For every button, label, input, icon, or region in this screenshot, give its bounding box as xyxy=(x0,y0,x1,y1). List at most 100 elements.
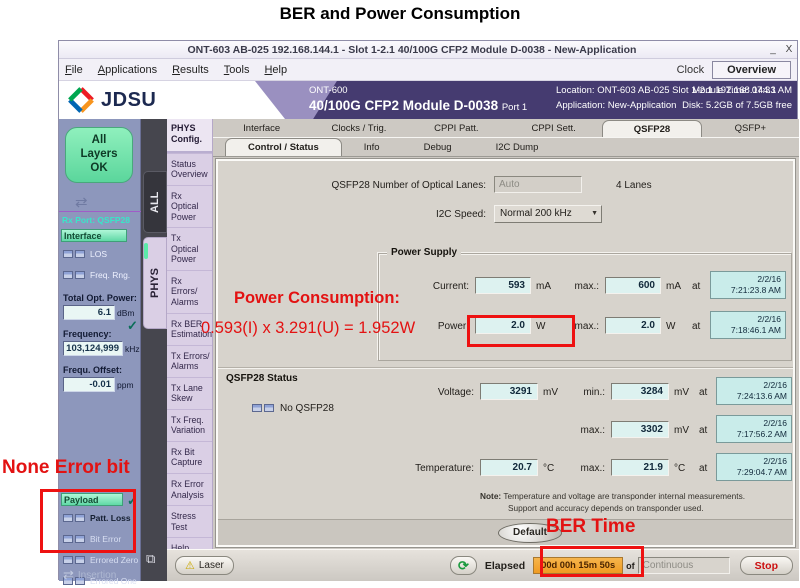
total-opt-power-label: Total Opt. Power: xyxy=(63,293,141,303)
port-label: Port 1 xyxy=(502,102,527,113)
temperature-at-label: at xyxy=(699,463,707,474)
subtab-i2c-dump[interactable]: I2C Dump xyxy=(474,138,561,156)
current-unit: mA xyxy=(536,281,551,292)
subtab-info[interactable]: Info xyxy=(342,138,402,156)
status-bar: ⚠ Laser ⟳ Elapsed 00d 00h 15m 50s of Con… xyxy=(167,549,799,581)
annotation-payload-rect xyxy=(40,489,136,553)
power-supply-group: Power Supply Current: 593 mA max.: 600 m… xyxy=(378,253,792,361)
warning-icon: ⚠ xyxy=(185,559,195,572)
freq-rng-led-row: Freq. Rng. xyxy=(63,266,141,284)
power-max-unit: W xyxy=(666,321,675,332)
menu-bar: File Applications Results Tools Help Clo… xyxy=(59,59,797,81)
annotation-power-consumption-line2: 0.593(I) x 3.291(U) = 1.952W xyxy=(201,319,415,338)
subtab-control-status[interactable]: Control / Status xyxy=(225,138,342,156)
temperature-max-value: 21.9 xyxy=(611,459,669,476)
temperature-unit: °C xyxy=(543,463,554,474)
freq-offset-value: -0.01 xyxy=(63,377,115,392)
lanes-input[interactable]: Auto xyxy=(494,176,582,193)
pages-icon[interactable]: ⧉ xyxy=(146,551,155,567)
vtab-all[interactable]: ALL xyxy=(143,171,167,233)
temperature-label: Temperature: xyxy=(338,463,474,474)
annotation-power-consumption-line1: Power Consumption: xyxy=(234,289,400,308)
current-value: 593 xyxy=(475,277,531,294)
overview-button[interactable]: Overview xyxy=(712,61,791,79)
menu-results[interactable]: Results xyxy=(172,64,209,76)
insertion-button[interactable]: ⇄ Insertion xyxy=(63,567,116,583)
temperature-value: 20.7 xyxy=(480,459,538,476)
menu-rx-error-analysis[interactable]: Rx Error Analysis xyxy=(167,473,212,505)
tab-cppi-sett[interactable]: CPPI Sett. xyxy=(505,119,602,137)
module-time: Module Time: 07:33 AM xyxy=(682,84,792,99)
tab-qsfp-plus[interactable]: QSFP+ xyxy=(702,119,799,137)
note-line2: Support and accuracy depends on transpon… xyxy=(508,503,704,513)
laser-label: Laser xyxy=(199,560,224,571)
menu-help[interactable]: Help xyxy=(264,64,287,76)
voltage-value: 3291 xyxy=(480,383,538,400)
voltage-min-value: 3284 xyxy=(611,383,669,400)
temperature-max-unit: °C xyxy=(674,463,685,474)
tab-row: Interface Clocks / Trig. CPPI Patt. CPPI… xyxy=(213,119,799,138)
menu-stress-test[interactable]: Stress Test xyxy=(167,505,212,537)
menu-tools[interactable]: Tools xyxy=(224,64,250,76)
device-block: ONT-600 40/100G CFP2 Module D-0038 Port … xyxy=(309,84,527,114)
stop-button[interactable]: Stop xyxy=(740,556,793,575)
voltage-max-value: 3302 xyxy=(611,421,669,438)
elapsed-label: Elapsed xyxy=(485,560,525,572)
temperature-max-label: max.: xyxy=(563,463,605,474)
i2c-speed-label: I2C Speed: xyxy=(218,209,486,220)
annotation-ber-time: BER Time xyxy=(546,516,635,538)
tab-cppi-patt[interactable]: CPPI Patt. xyxy=(408,119,505,137)
no-qsfp-led-row: No QSFP28 xyxy=(252,399,334,417)
interface-check-icon: ✓ xyxy=(127,318,138,334)
app-window: ONT-603 AB-025 192.168.144.1 - Slot 1-2.… xyxy=(58,40,798,580)
temperature-max-timestamp: 2/2/16 7:29:04.7 AM xyxy=(716,453,792,481)
minimize-button[interactable]: _ xyxy=(765,44,781,55)
menu-rx-bit-capture[interactable]: Rx Bit Capture xyxy=(167,441,212,473)
tab-interface[interactable]: Interface xyxy=(213,119,310,137)
all-layers-ok-button[interactable]: All Layers OK xyxy=(65,127,133,183)
chevron-down-icon: ▼ xyxy=(591,210,598,217)
menu-applications[interactable]: Applications xyxy=(98,64,157,76)
duration-field[interactable]: Continuous xyxy=(638,557,730,574)
jdsu-logo-icon xyxy=(67,86,95,114)
tab-qsfp28[interactable]: QSFP28 xyxy=(602,120,701,137)
power-max-timestamp: 2/2/16 7:18:46.1 AM xyxy=(710,311,786,339)
page-title: BER and Power Consumption xyxy=(0,4,800,24)
interface-status-bar[interactable]: Interface xyxy=(61,229,127,242)
lanes-info: 4 Lanes xyxy=(616,180,652,191)
menu-tx-optical-power[interactable]: Tx Optical Power xyxy=(167,227,212,270)
subtab-debug[interactable]: Debug xyxy=(402,138,474,156)
menu-rx-errors-alarms[interactable]: Rx Errors/ Alarms xyxy=(167,270,212,313)
phys-config-header[interactable]: PHYS Config. xyxy=(167,119,212,153)
voltage-unit: mV xyxy=(543,387,558,398)
los-led-row: LOS xyxy=(63,245,141,263)
current-at-label: at xyxy=(692,281,700,292)
no-qsfp-label: No QSFP28 xyxy=(280,403,334,414)
i2c-speed-select[interactable]: Normal 200 kHz ▼ xyxy=(494,205,602,223)
refresh-button[interactable]: ⟳ xyxy=(450,556,477,575)
clock-button[interactable]: Clock xyxy=(677,64,705,76)
disk-info: Disk: 5.2GB of 7.5GB free xyxy=(682,99,792,114)
power-at-label: at xyxy=(692,321,700,332)
tab-clocks-trig[interactable]: Clocks / Trig. xyxy=(310,119,407,137)
menu-help[interactable]: Help xyxy=(167,537,212,549)
menu-tx-errors-alarms[interactable]: Tx Errors/ Alarms xyxy=(167,345,212,377)
window-titlebar: ONT-603 AB-025 192.168.144.1 - Slot 1-2.… xyxy=(59,41,797,59)
laser-button[interactable]: ⚠ Laser xyxy=(175,556,234,575)
phys-active-indicator xyxy=(144,243,148,259)
current-max-value: 600 xyxy=(605,277,661,294)
annotation-power-rect xyxy=(467,315,575,347)
power-max-value: 2.0 xyxy=(605,317,661,334)
total-opt-power-unit: dBm xyxy=(117,308,134,318)
current-max-timestamp: 2/2/16 7:21:23.8 AM xyxy=(710,271,786,299)
close-button[interactable]: X xyxy=(781,44,797,55)
screenshot-stage: BER and Power Consumption ONT-603 AB-025… xyxy=(0,0,800,588)
menu-tx-freq-variation[interactable]: Tx Freq. Variation xyxy=(167,409,212,441)
menu-tx-lane-skew[interactable]: Tx Lane Skew xyxy=(167,377,212,409)
insertion-arrow-icon: ⇄ xyxy=(63,567,74,583)
menu-file[interactable]: File xyxy=(65,64,83,76)
brand-name: JDSU xyxy=(101,89,156,112)
menu-rx-optical-power[interactable]: Rx Optical Power xyxy=(167,185,212,228)
menu-status-overview[interactable]: Status Overview xyxy=(167,153,212,185)
note-label: Note: xyxy=(480,491,501,501)
